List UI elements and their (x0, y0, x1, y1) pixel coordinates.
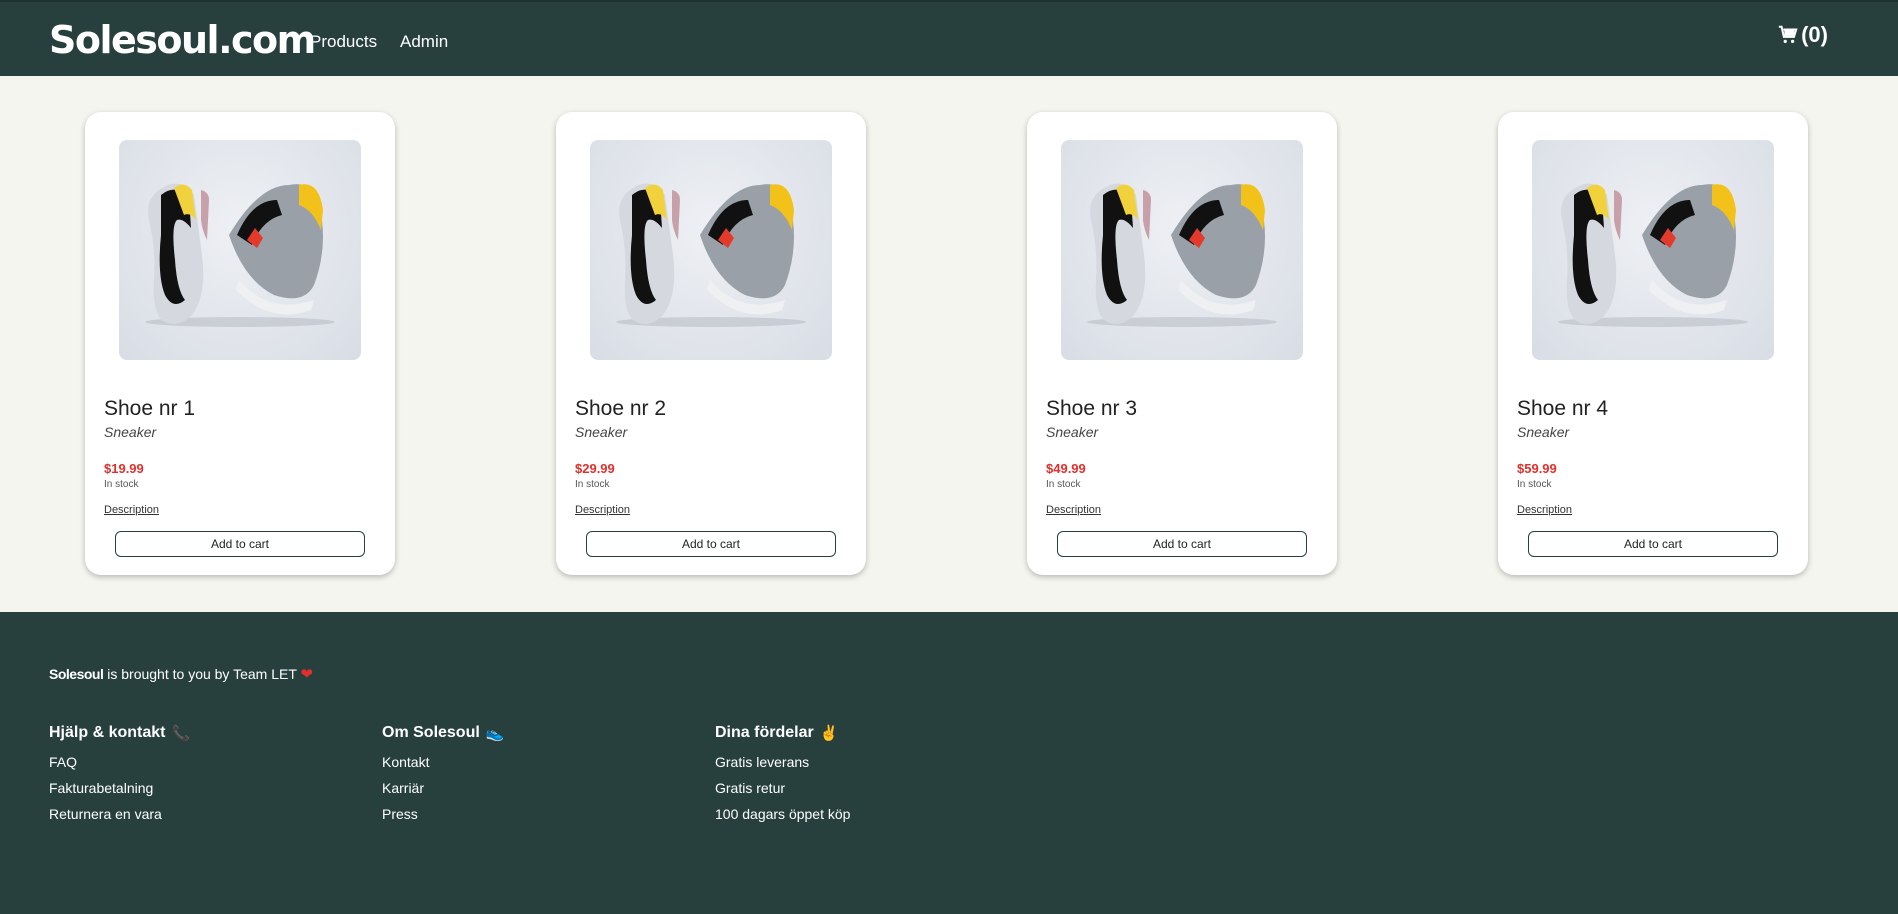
nav-link-admin[interactable]: Admin (400, 32, 448, 52)
description-link[interactable]: Description (1046, 504, 1101, 516)
product-card: Shoe nr 1 Sneaker $19.99 In stock Descri… (85, 112, 395, 575)
product-type: Sneaker (575, 424, 628, 440)
product-name: Shoe nr 2 (575, 397, 667, 420)
footer-link-gratis-retur[interactable]: Gratis retur (715, 780, 850, 796)
description-link[interactable]: Description (575, 504, 630, 516)
footer-tagline: Solesoul is brought to you by Team LET ❤ (49, 665, 313, 683)
product-image[interactable] (590, 140, 832, 360)
phone-icon: 📞 (171, 725, 191, 742)
sneaker-image (1558, 183, 1748, 327)
product-image[interactable] (119, 140, 361, 360)
product-price: $19.99 (104, 461, 144, 476)
footer-column-title: Hjälp & kontakt 📞 (49, 724, 191, 742)
footer-column-title: Dina fördelar ✌ (715, 724, 839, 742)
footer-tagline-text: is brought to you by Team LET (107, 666, 297, 682)
product-card: Shoe nr 2 Sneaker $29.99 In stock Descri… (556, 112, 866, 575)
footer-link-karriar[interactable]: Karriär (382, 780, 504, 796)
product-grid: Shoe nr 1 Sneaker $19.99 In stock Descri… (0, 76, 1898, 612)
footer-link-returnera[interactable]: Returnera en vara (49, 806, 190, 822)
sneaker-icon: 👟 (485, 725, 505, 742)
description-link[interactable]: Description (104, 504, 159, 516)
product-name: Shoe nr 3 (1046, 397, 1138, 420)
footer: Solesoul is brought to you by Team LET ❤… (0, 612, 1898, 914)
description-link[interactable]: Description (1517, 504, 1572, 516)
product-type: Sneaker (1517, 424, 1570, 440)
product-price: $29.99 (575, 461, 615, 476)
stock-status: In stock (1517, 479, 1552, 490)
product-price: $59.99 (1517, 461, 1557, 476)
footer-link-oppet-kop[interactable]: 100 dagars öppet köp (715, 806, 850, 822)
product-name: Shoe nr 4 (1517, 397, 1609, 420)
footer-link-gratis-leverans[interactable]: Gratis leverans (715, 754, 850, 770)
footer-link-faq[interactable]: FAQ (49, 754, 190, 770)
cart-button[interactable]: (0) (1777, 22, 1828, 48)
product-image[interactable] (1061, 140, 1303, 360)
stock-status: In stock (575, 479, 610, 490)
footer-column-help: Hjälp & kontakt 📞 FAQ Fakturabetalning R… (49, 724, 190, 832)
sneaker-image (145, 183, 335, 327)
shopping-cart-icon (1778, 25, 1798, 44)
stock-status: In stock (1046, 479, 1081, 490)
victory-hand-icon: ✌ (819, 725, 839, 742)
cart-count: (0) (1801, 22, 1828, 47)
footer-link-press[interactable]: Press (382, 806, 504, 822)
sneaker-image (616, 183, 806, 327)
footer-column-title: Om Solesoul 👟 (382, 724, 505, 742)
footer-link-kontakt[interactable]: Kontakt (382, 754, 504, 770)
product-image[interactable] (1532, 140, 1774, 360)
heart-icon: ❤ (300, 666, 314, 683)
site-logo[interactable]: Solesoul.com (49, 16, 316, 64)
footer-brand: Solesoul (49, 666, 104, 682)
nav-link-products[interactable]: Products (310, 32, 377, 52)
product-name: Shoe nr 1 (104, 397, 196, 420)
footer-column-about: Om Solesoul 👟 Kontakt Karriär Press (382, 724, 504, 832)
product-type: Sneaker (1046, 424, 1099, 440)
product-type: Sneaker (104, 424, 157, 440)
add-to-cart-button[interactable]: Add to cart (1057, 531, 1307, 557)
product-price: $49.99 (1046, 461, 1086, 476)
add-to-cart-button[interactable]: Add to cart (115, 531, 365, 557)
stock-status: In stock (104, 479, 139, 490)
product-card: Shoe nr 3 Sneaker $49.99 In stock Descri… (1027, 112, 1337, 575)
top-navbar: Solesoul.com Products Admin (0) (0, 0, 1898, 76)
product-card: Shoe nr 4 Sneaker $59.99 In stock Descri… (1498, 112, 1808, 575)
footer-link-fakturabetalning[interactable]: Fakturabetalning (49, 780, 190, 796)
add-to-cart-button[interactable]: Add to cart (1528, 531, 1778, 557)
add-to-cart-button[interactable]: Add to cart (586, 531, 836, 557)
sneaker-image (1087, 183, 1277, 327)
footer-column-benefits: Dina fördelar ✌ Gratis leverans Gratis r… (715, 724, 850, 832)
